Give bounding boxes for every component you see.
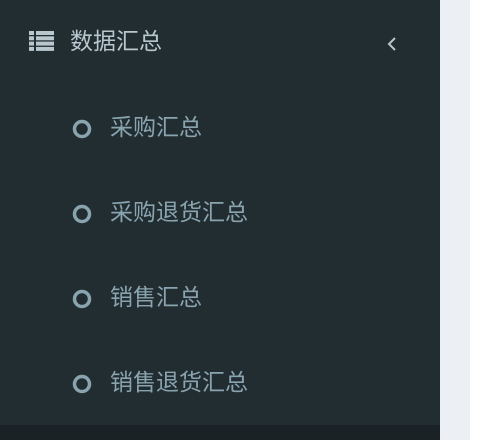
sidebar-item-sales-summary[interactable]: 销售汇总 <box>0 255 440 340</box>
sidebar-item-label: 销售退货汇总 <box>110 370 248 396</box>
sidebar-item-label: 销售汇总 <box>110 285 202 311</box>
sidebar: 数据汇总 采购汇总 采购退货汇总 销售汇总 销售退货汇总 <box>0 0 440 440</box>
circle-outline-icon <box>72 119 92 139</box>
list-icon <box>29 31 54 51</box>
sidebar-item-label: 采购退货汇总 <box>110 200 248 226</box>
sidebar-item-label: 采购汇总 <box>110 115 202 141</box>
circle-outline-icon <box>72 204 92 224</box>
sidebar-item-purchase-summary[interactable]: 采购汇总 <box>0 85 440 170</box>
sidebar-item-sales-return-summary[interactable]: 销售退货汇总 <box>0 340 440 425</box>
circle-outline-icon <box>72 374 92 394</box>
sidebar-bottom-strip <box>0 425 440 440</box>
section-label: 数据汇总 <box>70 29 162 55</box>
chevron-left-icon[interactable] <box>386 36 398 52</box>
sidebar-item-purchase-return-summary[interactable]: 采购退货汇总 <box>0 170 440 255</box>
content-panel <box>470 0 490 440</box>
circle-outline-icon <box>72 289 92 309</box>
menu-section-data-summary[interactable]: 数据汇总 <box>0 0 440 85</box>
